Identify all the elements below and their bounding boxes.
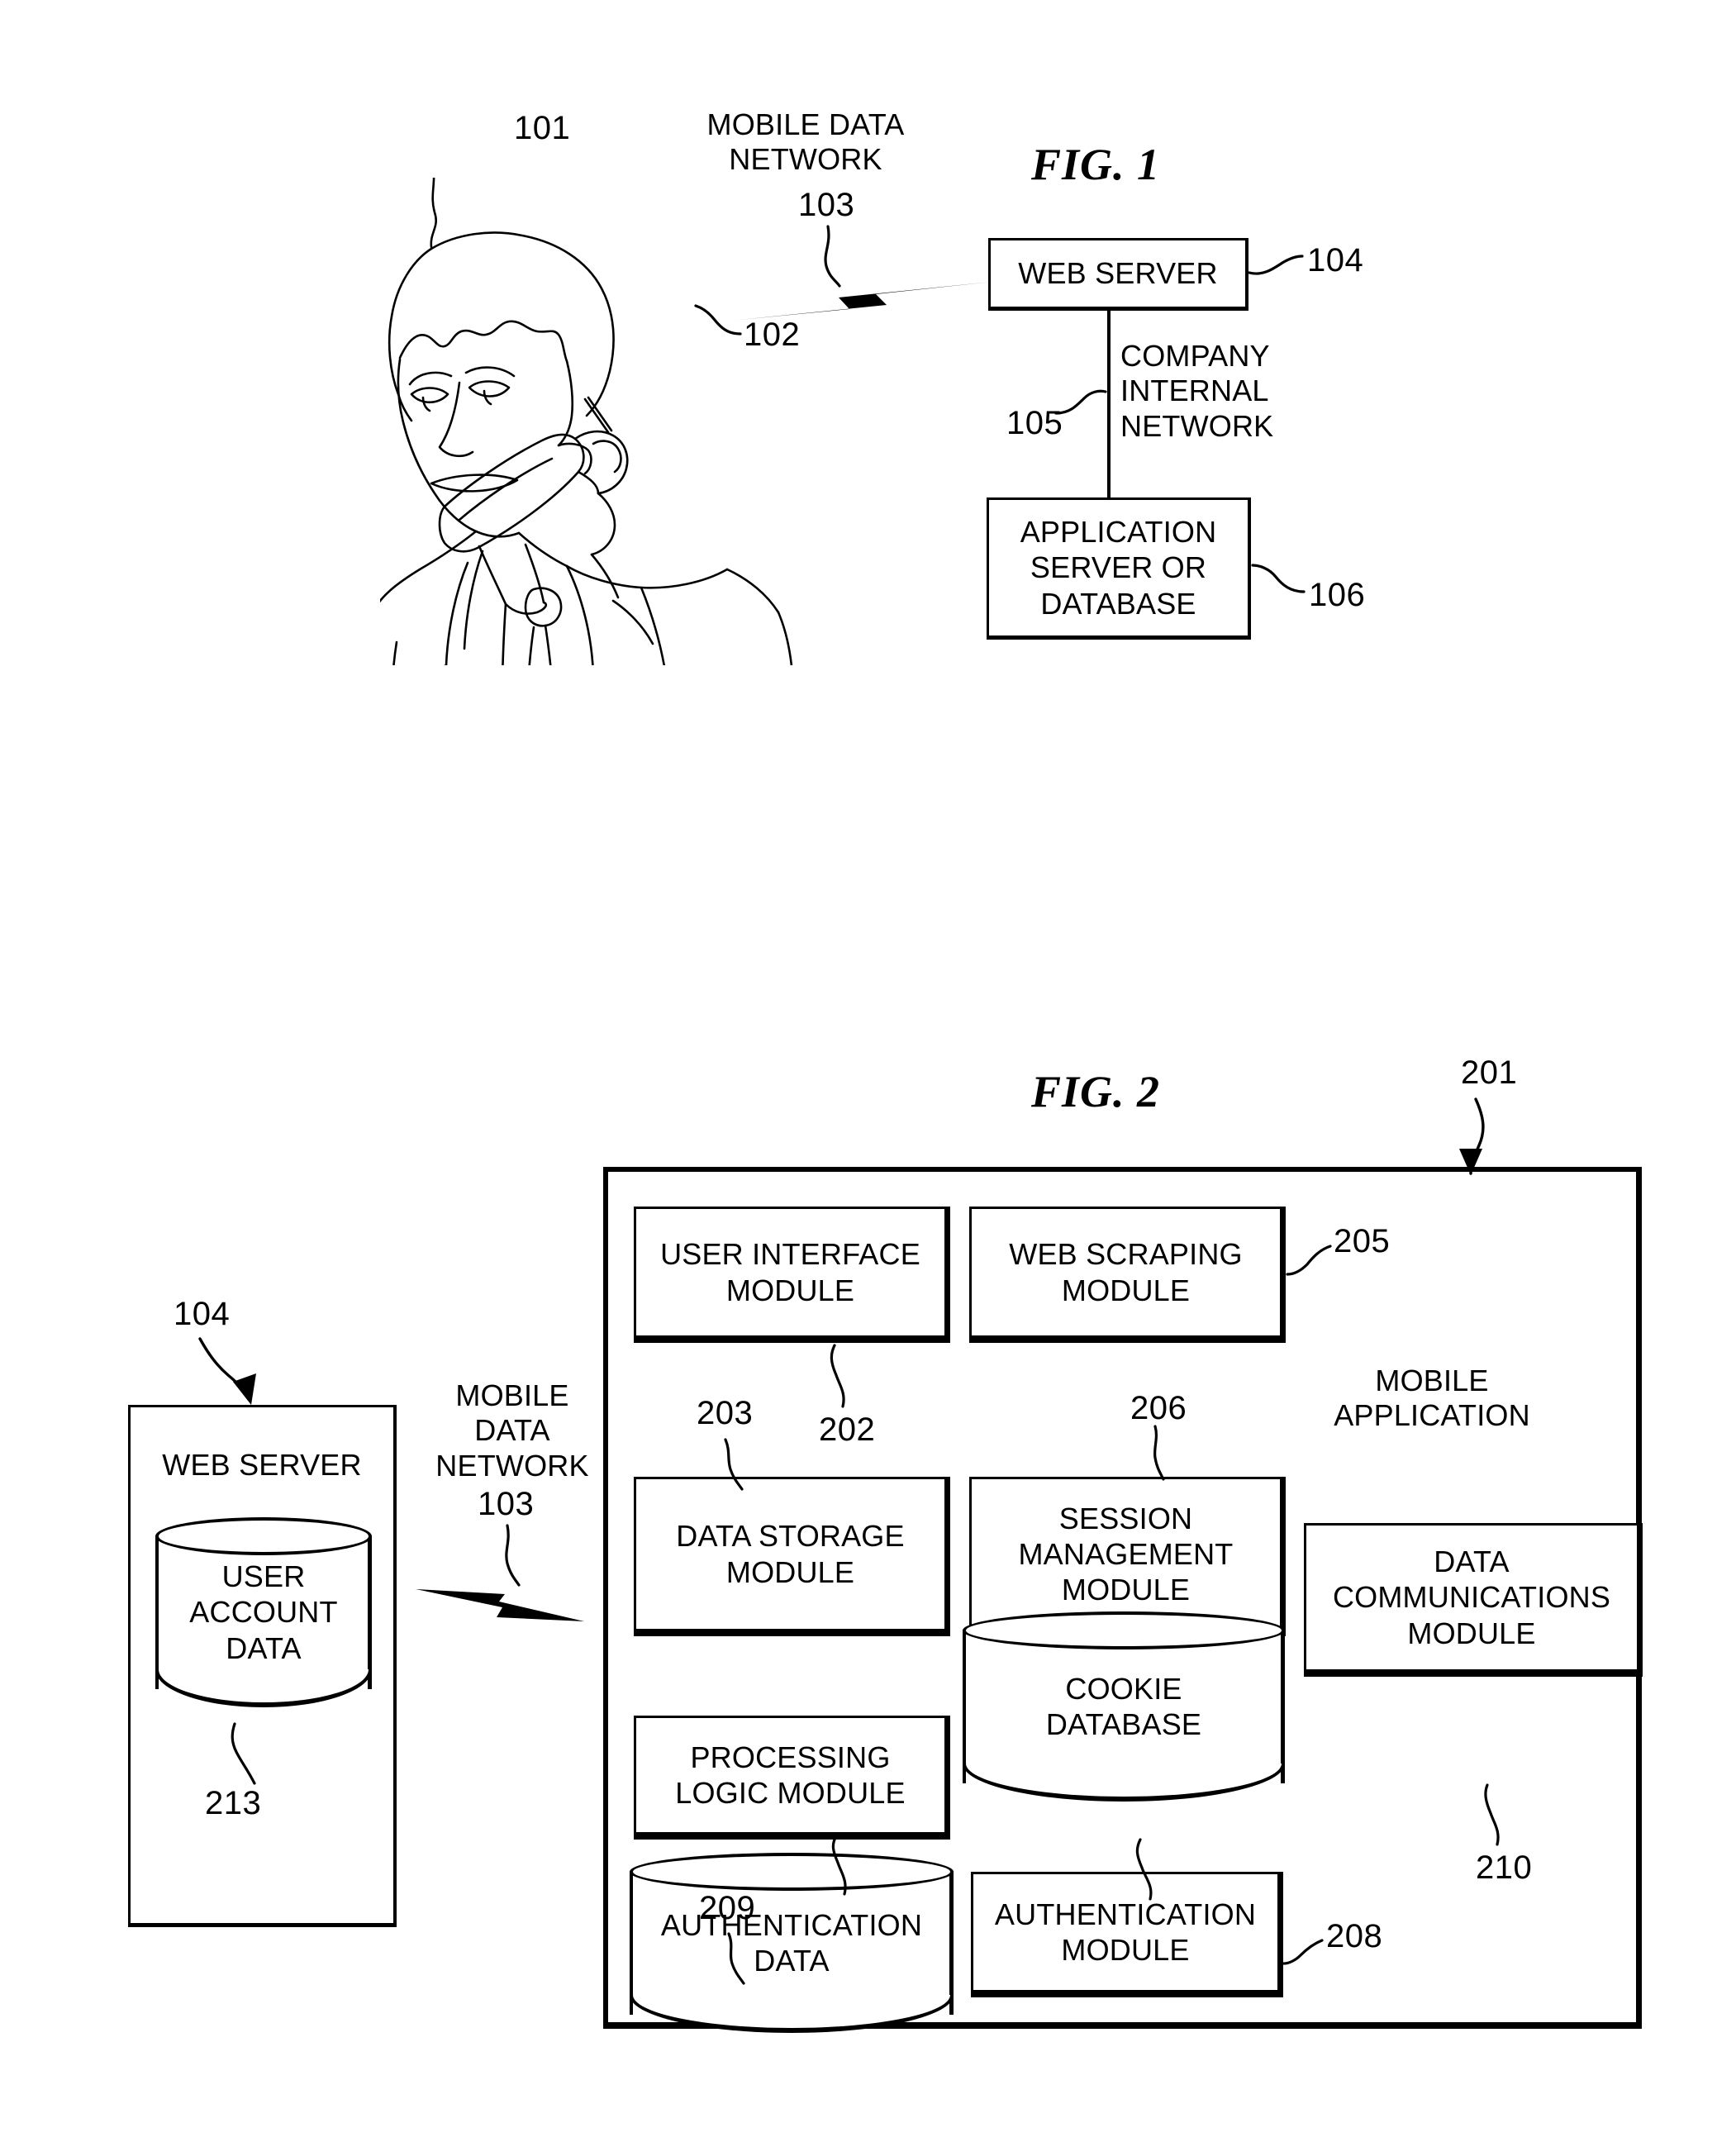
fig1-ref-105: 105 — [1006, 405, 1063, 441]
fig1-title: FIG. 1 — [1031, 140, 1161, 189]
authentication-data-label: AUTHENTICATION DATA — [660, 1907, 923, 1978]
fig2-ref-213: 213 — [205, 1785, 262, 1821]
fig2-mobile-application-label: MOBILE APPLICATION — [1334, 1364, 1530, 1433]
fig1-ref-104: 104 — [1307, 242, 1364, 278]
fig1-ref-102: 102 — [744, 317, 801, 353]
arrowhead-fig2-104 — [233, 1373, 256, 1405]
fig2-ref-201: 201 — [1461, 1054, 1518, 1091]
fig2-ref-203: 203 — [697, 1395, 754, 1431]
fig1-ref-106: 106 — [1309, 577, 1366, 613]
fig1-mobile-data-network-label: MOBILE DATA NETWORK — [706, 107, 905, 177]
user-illustration — [380, 178, 793, 665]
fig2-ref-208: 208 — [1326, 1918, 1383, 1954]
user-account-data-label: USER ACCOUNT DATA — [189, 1559, 338, 1665]
module-processing-logic: PROCESSING LOGIC MODULE — [634, 1716, 950, 1840]
fig2-mobile-data-network-label: MOBILE DATA NETWORK — [435, 1378, 589, 1483]
module-data-storage: DATA STORAGE MODULE — [634, 1477, 950, 1636]
module-authentication: AUTHENTICATION MODULE — [971, 1872, 1283, 1997]
fig2-ref-104: 104 — [174, 1296, 231, 1332]
cookie-database-cylinder: COOKIE DATABASE — [963, 1611, 1285, 1802]
fig2-ref-205: 205 — [1334, 1223, 1391, 1259]
fig2-ref-103: 103 — [478, 1486, 535, 1522]
fig2-web-server-label: WEB SERVER — [162, 1448, 362, 1482]
cookie-database-label: COOKIE DATABASE — [1045, 1671, 1202, 1741]
fig2-title: FIG. 2 — [1031, 1067, 1161, 1116]
fig2-ref-206: 206 — [1130, 1390, 1187, 1426]
fig1-internal-network-label: COMPANY INTERNAL NETWORK — [1120, 339, 1274, 443]
mobile-data-network-bolt-fig2 — [416, 1589, 584, 1621]
fig2-ref-202: 202 — [819, 1411, 876, 1448]
module-web-scraping: WEB SCRAPING MODULE — [969, 1207, 1286, 1343]
drawing-sheet: 101 MOBILE DATA NETWORK 103 102 FIG. 1 W… — [0, 0, 1736, 2142]
module-data-communications: DATA COMMUNICATIONS MODULE — [1304, 1523, 1643, 1677]
fig1-web-server-box: WEB SERVER — [988, 238, 1248, 311]
fig1-app-server-box: APPLICATION SERVER OR DATABASE — [987, 497, 1251, 640]
module-user-interface: USER INTERFACE MODULE — [634, 1207, 950, 1343]
authentication-data-cylinder: AUTHENTICATION DATA — [630, 1853, 954, 2033]
fig1-ref-101: 101 — [514, 110, 571, 146]
fig2-ref-210: 210 — [1476, 1849, 1533, 1886]
fig1-ref-103: 103 — [798, 187, 855, 223]
fig1-internal-network-line — [1107, 311, 1111, 501]
user-account-data-cylinder: USER ACCOUNT DATA — [155, 1517, 372, 1707]
